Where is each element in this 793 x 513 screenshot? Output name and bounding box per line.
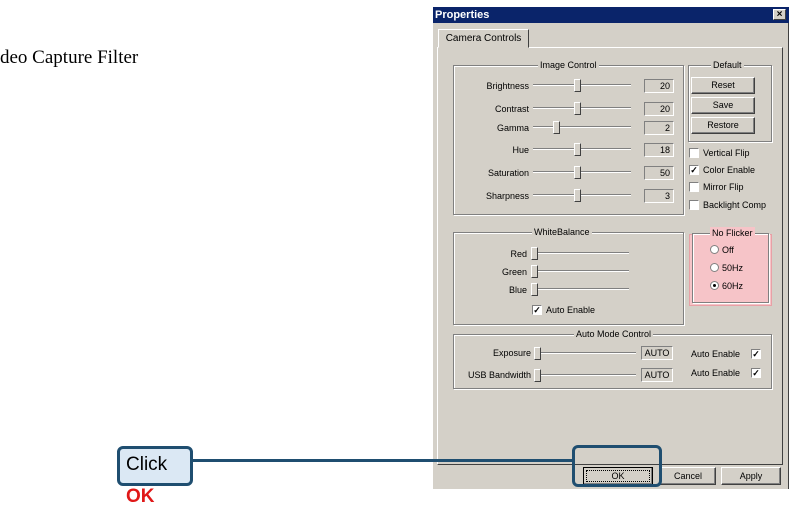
image-control-slider[interactable] [533,143,631,156]
vertical-flip-label: Vertical Flip [703,148,750,158]
green-slider[interactable] [531,265,629,278]
properties-dialog: Properties × Camera Controls Image Contr… [432,7,789,489]
callout-prefix: Click [126,454,168,475]
exposure-value: AUTO [641,346,673,360]
image-control-value: 2 [644,121,674,135]
image-control-value: 18 [644,143,674,157]
usb-bandwidth-slider[interactable] [534,369,636,382]
image-control-label: Contrast [494,104,529,114]
dialog-titlebar[interactable]: Properties × [433,7,789,23]
green-label: Green [501,267,527,277]
red-label: Red [510,249,527,259]
image-control-label: Sharpness [485,191,529,201]
backlight-comp-label: Backlight Comp [703,200,767,210]
image-control-slider[interactable] [533,166,631,179]
flicker-off-radio[interactable] [710,245,719,254]
image-control-slider[interactable] [533,79,631,92]
image-control-slider[interactable] [533,189,631,202]
exposure-auto-enable-checkbox[interactable]: ✓ [751,349,761,359]
exposure-auto-enable-label: Auto Enable [691,349,741,359]
image-control-slider-thumb[interactable] [574,189,581,202]
callout-connector-line [193,459,572,462]
image-control-label: Brightness [486,81,529,91]
image-control-title: Image Control [538,59,599,71]
flicker-60hz-radio[interactable] [710,281,719,290]
usb-bandwidth-label: USB Bandwidth [467,370,531,380]
image-control-value: 50 [644,166,674,180]
usb-auto-enable-label: Auto Enable [691,368,741,378]
image-control-value: 3 [644,189,674,203]
cancel-button[interactable]: Cancel [660,467,716,485]
image-control-slider-thumb[interactable] [574,79,581,92]
image-control-label: Gamma [496,123,529,133]
ok-highlight-frame [572,445,662,487]
background-title-fragment: deo Capture Filter [0,47,139,68]
blue-label: Blue [508,285,527,295]
flicker-50hz-radio[interactable] [710,263,719,272]
tab-camera-controls[interactable]: Camera Controls [438,29,529,48]
image-control-slider-thumb[interactable] [574,143,581,156]
image-control-label: Saturation [487,168,529,178]
flicker-off-label: Off [722,245,734,255]
image-control-label: Hue [512,145,529,155]
restore-button[interactable]: Restore [691,117,755,134]
callout-ok-emphasis: OK [126,486,155,507]
image-control-slider-thumb[interactable] [553,121,560,134]
mirror-flip-checkbox[interactable] [689,182,699,192]
dialog-title: Properties [435,9,490,21]
no-flicker-title: No Flicker [710,227,755,239]
mirror-flip-label: Mirror Flip [703,182,744,192]
flicker-50hz-label: 50Hz [722,263,744,273]
wb-auto-enable-label: Auto Enable [546,305,596,315]
default-title: Default [711,59,744,71]
reset-button[interactable]: Reset [691,77,755,94]
image-control-value: 20 [644,79,674,93]
exposure-slider[interactable] [534,347,636,360]
image-control-slider[interactable] [533,121,631,134]
blue-slider[interactable] [531,283,629,296]
auto-mode-title: Auto Mode Control [574,328,654,340]
apply-button[interactable]: Apply [721,467,781,485]
color-enable-label: Color Enable [703,165,756,175]
image-control-slider[interactable] [533,102,631,115]
close-icon[interactable]: × [773,9,786,20]
white-balance-title: WhiteBalance [532,226,592,238]
vertical-flip-checkbox[interactable] [689,148,699,158]
red-slider-thumb[interactable] [531,247,538,260]
save-button[interactable]: Save [691,97,755,114]
red-slider[interactable] [531,247,629,260]
usb-bandwidth-slider-thumb[interactable] [534,369,541,382]
exposure-label: Exposure [492,348,531,358]
image-control-slider-thumb[interactable] [574,166,581,179]
blue-slider-thumb[interactable] [531,283,538,296]
image-control-slider-thumb[interactable] [574,102,581,115]
green-slider-thumb[interactable] [531,265,538,278]
usb-bandwidth-value: AUTO [641,368,673,382]
color-enable-checkbox[interactable]: ✓ [689,165,699,175]
image-control-value: 20 [644,102,674,116]
click-ok-callout: Click OK [117,446,193,507]
usb-auto-enable-checkbox[interactable]: ✓ [751,368,761,378]
exposure-slider-thumb[interactable] [534,347,541,360]
flicker-60hz-label: 60Hz [722,281,744,291]
backlight-comp-checkbox[interactable] [689,200,699,210]
wb-auto-enable-checkbox[interactable]: ✓ [532,305,542,315]
